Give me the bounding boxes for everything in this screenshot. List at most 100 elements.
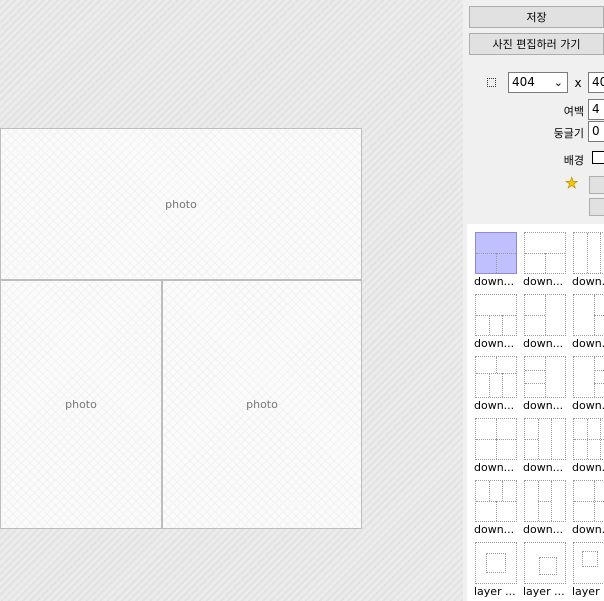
template-item[interactable]: down...: [472, 288, 520, 350]
template-divider-line: [574, 439, 604, 440]
template-item[interactable]: layer ...: [570, 536, 604, 598]
template-thumbnail: [573, 418, 604, 460]
template-label: down...: [474, 399, 515, 412]
template-item[interactable]: down...: [570, 412, 604, 474]
template-thumbnail: [524, 480, 566, 522]
template-label: down...: [474, 275, 515, 288]
template-thumbnail: [524, 232, 566, 274]
template-divider-line: [525, 370, 545, 372]
collage-layout: photo photo photo: [0, 128, 362, 529]
template-thumbnail: [524, 542, 566, 584]
template-thumbnail: [524, 356, 566, 398]
template-thumbnail: [475, 232, 517, 274]
template-label: down...: [523, 523, 564, 536]
template-divider-line: [525, 383, 545, 385]
star-icon[interactable]: ★: [565, 175, 579, 192]
template-divider-line: [551, 419, 553, 459]
photo-cell-top[interactable]: photo: [1, 129, 361, 279]
template-divider-line: [525, 439, 539, 440]
template-item[interactable]: layer ...: [521, 536, 569, 598]
template-thumbnail: [573, 232, 604, 274]
round-input[interactable]: 0: [588, 121, 604, 142]
template-thumbnail: [573, 480, 604, 522]
template-divider-line: [496, 439, 497, 459]
template-item[interactable]: down...: [521, 474, 569, 536]
edit-photo-button[interactable]: 사진 편집하러 가기: [469, 33, 604, 55]
template-divider-line: [496, 253, 497, 273]
template-item[interactable]: down...: [521, 412, 569, 474]
photo-placeholder-label: photo: [165, 197, 197, 211]
template-label: down...: [523, 399, 564, 412]
width-value: 404: [512, 75, 535, 89]
photo-placeholder-label: photo: [65, 398, 97, 411]
template-label: down...: [523, 461, 564, 474]
template-divider-line: [502, 315, 504, 335]
template-item[interactable]: layer ...: [472, 536, 520, 598]
template-divider-line: [594, 370, 604, 372]
template-divider-line: [582, 551, 598, 567]
photo-placeholder-label: photo: [246, 398, 278, 411]
template-divider-line: [502, 481, 504, 501]
template-divider-line: [538, 501, 552, 502]
template-divider-line: [545, 253, 546, 273]
save-button[interactable]: 저장: [469, 6, 604, 28]
template-label: layer ...: [474, 585, 516, 598]
template-divider-line: [594, 315, 604, 316]
template-thumbnail: [475, 542, 517, 584]
template-item[interactable]: down...: [521, 350, 569, 412]
template-item[interactable]: down...: [521, 288, 569, 350]
template-thumbnail: [524, 418, 566, 460]
template-item[interactable]: down...: [521, 226, 569, 288]
template-divider-line: [496, 419, 497, 439]
template-thumbnail: [475, 356, 517, 398]
background-label: 배경: [563, 154, 584, 167]
template-item[interactable]: down...: [570, 226, 604, 288]
template-divider-line: [587, 233, 589, 273]
template-label: layer ...: [572, 585, 604, 598]
template-divider-line: [539, 557, 557, 575]
template-divider-line: [476, 373, 516, 374]
template-divider-line: [489, 481, 491, 501]
favorite-remove-button[interactable]: [589, 198, 604, 216]
canvas-area: photo photo photo: [0, 0, 463, 601]
template-divider-line: [600, 233, 602, 273]
template-item[interactable]: down...: [472, 226, 520, 288]
template-item[interactable]: down...: [472, 474, 520, 536]
template-item[interactable]: down...: [472, 412, 520, 474]
template-label: down...: [572, 337, 604, 350]
template-label: down...: [572, 461, 604, 474]
template-divider-line: [489, 315, 491, 335]
height-input[interactable]: 40: [588, 72, 604, 93]
photo-cell-bottom-left[interactable]: photo: [1, 281, 161, 528]
template-thumbnail: [573, 294, 604, 336]
template-divider-line: [594, 383, 604, 385]
template-thumbnail: [475, 480, 517, 522]
margin-input[interactable]: 4: [588, 99, 604, 120]
template-divider-line: [551, 481, 553, 521]
photo-cell-bottom-right[interactable]: photo: [163, 281, 361, 528]
template-divider-line: [538, 419, 540, 459]
template-divider-line: [496, 501, 497, 521]
width-select[interactable]: 404 ⌄: [508, 72, 568, 93]
template-divider-line: [545, 357, 546, 397]
template-item[interactable]: down...: [570, 474, 604, 536]
template-label: down...: [572, 399, 604, 412]
template-divider-line: [525, 315, 545, 316]
size-icon: [487, 78, 496, 87]
template-divider-line: [574, 501, 604, 502]
template-item[interactable]: down...: [570, 350, 604, 412]
template-divider-line: [502, 373, 504, 397]
template-list: down... down... down... down... down... down.…: [467, 224, 604, 601]
template-item[interactable]: down...: [570, 288, 604, 350]
template-thumbnail: [475, 418, 517, 460]
template-divider-line: [545, 295, 546, 335]
template-label: down...: [523, 337, 564, 350]
background-color-swatch[interactable]: [592, 151, 604, 164]
template-thumbnail: [573, 356, 604, 398]
template-divider-line: [496, 357, 497, 373]
template-item[interactable]: down...: [472, 350, 520, 412]
template-divider-line: [476, 315, 516, 316]
template-divider-line: [594, 357, 595, 397]
favorite-add-button[interactable]: [589, 176, 604, 194]
template-label: down...: [474, 337, 515, 350]
